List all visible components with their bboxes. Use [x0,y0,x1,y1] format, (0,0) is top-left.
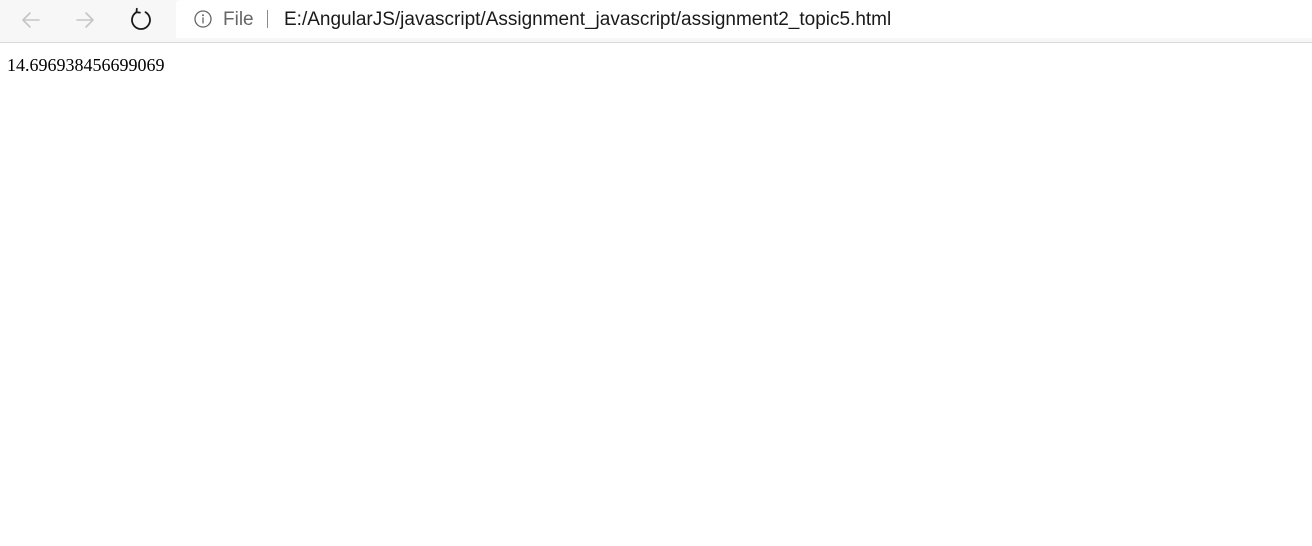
output-text: 14.696938456699069 [7,55,165,75]
page-content: 14.696938456699069 [0,43,1312,546]
info-icon[interactable] [193,9,213,29]
address-divider [267,10,268,28]
back-button[interactable] [16,5,46,35]
url-text[interactable]: E:/AngularJS/javascript/Assignment_javas… [284,9,891,30]
forward-button[interactable] [70,5,100,35]
address-bar[interactable]: File E:/AngularJS/javascript/Assignment_… [176,0,1312,38]
site-info-label[interactable]: File [223,9,254,30]
browser-toolbar: File E:/AngularJS/javascript/Assignment_… [0,0,1312,43]
reload-icon [128,7,154,33]
arrow-left-icon [19,8,43,32]
arrow-right-icon [73,8,97,32]
reload-button[interactable] [126,5,156,35]
